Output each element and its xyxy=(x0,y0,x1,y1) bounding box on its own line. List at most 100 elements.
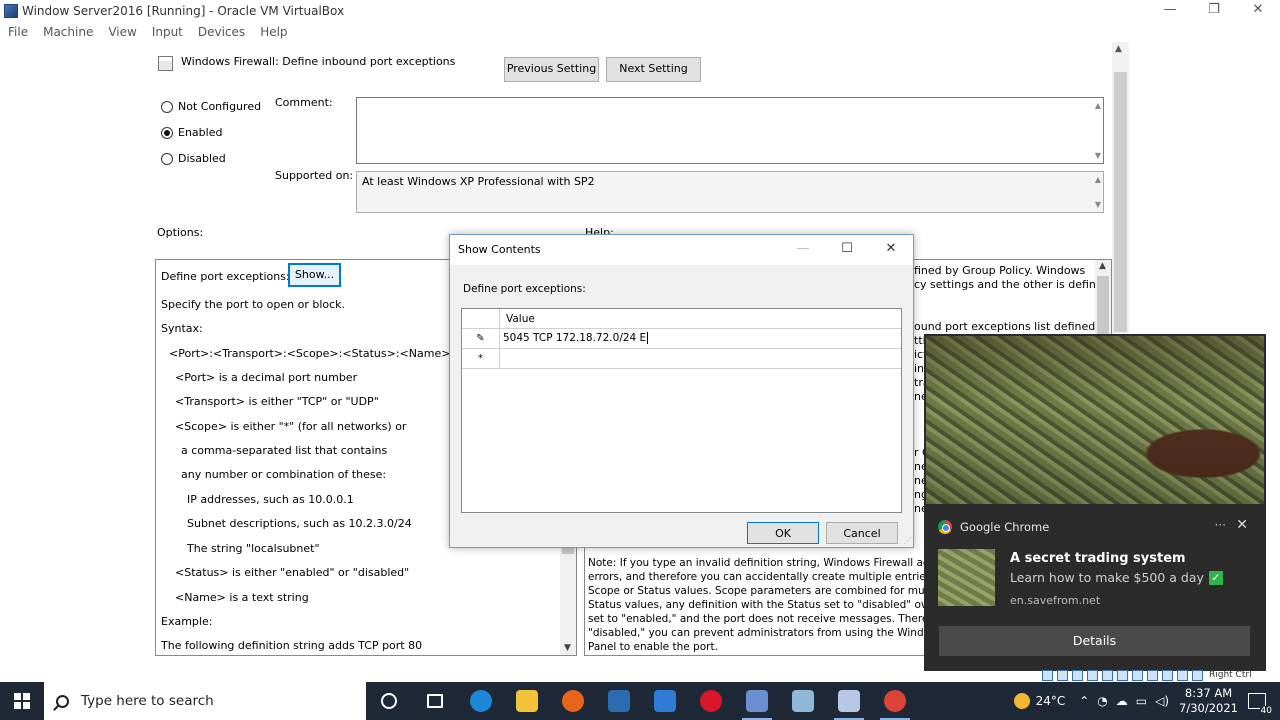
taskbar-app-edge[interactable] xyxy=(458,682,504,720)
dialog-maximize-button[interactable]: ☐ xyxy=(825,235,869,263)
taskbar-app-mail[interactable] xyxy=(642,682,688,720)
clock[interactable]: 8:37 AM 7/30/2021 xyxy=(1179,686,1238,716)
radio-not-configured[interactable]: Not Configured xyxy=(161,100,261,113)
grid-column-value[interactable]: Value xyxy=(506,313,535,325)
resize-grip-icon[interactable]: ⋰ xyxy=(903,536,911,545)
volume-icon[interactable]: ◁) xyxy=(1155,694,1169,708)
supported-scroll-down-icon[interactable]: ▼ xyxy=(1095,200,1101,209)
chrome-icon xyxy=(938,520,952,534)
weather-widget[interactable]: 24°C xyxy=(1013,693,1065,709)
network-icon[interactable] xyxy=(1087,669,1098,681)
mouse-integration-icon[interactable] xyxy=(1177,669,1188,681)
help-note-line: Scope or Status values. Scope parameters… xyxy=(588,585,951,597)
cpu-icon[interactable] xyxy=(1162,669,1173,681)
notification-close-icon[interactable]: ✕ xyxy=(1236,517,1248,533)
cortana-icon xyxy=(381,693,397,709)
taskbar-app-virtualbox-2[interactable] xyxy=(826,682,872,720)
options-line: <Name> is a text string xyxy=(175,591,309,604)
hero-shade xyxy=(926,336,1264,504)
edge-icon xyxy=(470,690,492,712)
dialog-title: Show Contents xyxy=(458,243,541,256)
menu-file[interactable]: File xyxy=(8,25,28,39)
help-scroll-up-icon[interactable]: ▲ xyxy=(1099,261,1106,271)
help-scroll-thumb[interactable] xyxy=(1097,276,1109,336)
usb-icon[interactable] xyxy=(1102,669,1113,681)
values-grid[interactable]: Value ✎ 5045 TCP 172.18.72.0/24 E * xyxy=(461,308,902,513)
minimize-button[interactable]: — xyxy=(1148,0,1192,22)
restore-button[interactable]: ❐ xyxy=(1192,0,1236,22)
ok-button[interactable]: OK xyxy=(747,522,819,544)
radio-disabled[interactable]: Disabled xyxy=(161,152,226,165)
notification-details-button[interactable]: Details xyxy=(939,626,1250,656)
windows-logo-icon xyxy=(14,693,30,709)
policy-setting-icon xyxy=(158,56,173,71)
grid-row-editing[interactable]: ✎ 5045 TCP 172.18.72.0/24 E xyxy=(462,329,901,349)
options-line: <Status> is either "enabled" or "disable… xyxy=(175,566,410,579)
grid-cell-value[interactable]: 5045 TCP 172.18.72.0/24 E xyxy=(503,332,649,344)
weather-sun-icon xyxy=(1013,693,1030,709)
taskbar-app-notepad[interactable] xyxy=(780,682,826,720)
keyboard-icon[interactable] xyxy=(1192,669,1203,681)
menu-input[interactable]: Input xyxy=(152,25,183,39)
device-icon[interactable]: ▭ xyxy=(1136,694,1147,708)
taskbar-app-file-explorer[interactable] xyxy=(504,682,550,720)
chrome-notification[interactable]: Google Chrome ··· ✕ A secret trading sys… xyxy=(924,334,1266,671)
network-wifi-icon[interactable]: ◔ xyxy=(1097,694,1107,708)
taskbar-app-chrome[interactable] xyxy=(872,682,918,720)
supported-on-value: At least Windows XP Professional with SP… xyxy=(362,175,595,188)
previous-setting-button[interactable]: Previous Setting xyxy=(504,57,599,82)
taskbar-app-cortana[interactable] xyxy=(366,682,412,720)
options-line: any number or combination of these: xyxy=(181,468,387,481)
menu-help[interactable]: Help xyxy=(260,25,287,39)
taskbar-app-virtualbox[interactable] xyxy=(734,682,780,720)
help-note-line: set to "enabled," and the port does not … xyxy=(588,613,953,625)
notification-more-icon[interactable]: ··· xyxy=(1215,518,1226,532)
recording-icon[interactable] xyxy=(1147,669,1158,681)
taskbar-apps xyxy=(366,682,918,720)
next-setting-button[interactable]: Next Setting xyxy=(606,57,701,82)
shared-folders-icon[interactable] xyxy=(1117,669,1128,681)
comment-textbox[interactable]: ▲ ▼ xyxy=(356,97,1104,164)
taskbar-search[interactable]: Type here to search xyxy=(44,682,366,720)
vbox-status-bar: Right Ctrl xyxy=(1040,668,1280,682)
dialog-close-button[interactable]: ✕ xyxy=(869,235,913,263)
onedrive-cloud-icon[interactable]: ☁ xyxy=(1116,694,1128,708)
tray-chevron-up-icon[interactable]: ⌃ xyxy=(1079,694,1089,708)
menu-view[interactable]: View xyxy=(108,25,136,39)
policy-scroll-thumb[interactable] xyxy=(1114,72,1127,332)
action-center-icon[interactable]: 40 xyxy=(1248,693,1273,716)
menu-machine[interactable]: Machine xyxy=(43,25,93,39)
taskbar-app-task-view[interactable] xyxy=(412,682,458,720)
host-window-title: Window Server2016 [Running] - Oracle VM … xyxy=(22,4,345,18)
display-icon[interactable] xyxy=(1132,669,1143,681)
taskbar-app-store[interactable] xyxy=(596,682,642,720)
grid-corner xyxy=(462,309,500,329)
cancel-button[interactable]: Cancel xyxy=(826,522,898,544)
optical-drive-icon[interactable] xyxy=(1057,669,1068,681)
dialog-minimize-button: — xyxy=(796,241,810,256)
taskbar-app-firefox[interactable] xyxy=(550,682,596,720)
clock-time: 8:37 AM xyxy=(1184,686,1233,700)
notepad-icon xyxy=(792,690,814,712)
help-text: cy settings and the other is defined xyxy=(914,278,1110,291)
start-button[interactable] xyxy=(0,682,44,720)
comment-scroll-down-icon[interactable]: ▼ xyxy=(1095,151,1101,160)
mail-icon xyxy=(654,690,676,712)
hdd-icon[interactable] xyxy=(1042,669,1053,681)
grid-row-new[interactable]: * xyxy=(462,349,901,369)
grid-cell-text: 5045 TCP 172.18.72.0/24 E xyxy=(503,332,647,344)
policy-scroll-up-icon[interactable]: ▲ xyxy=(1115,44,1122,54)
supported-scroll-up-icon[interactable]: ▲ xyxy=(1095,175,1101,184)
comment-scroll-up-icon[interactable]: ▲ xyxy=(1095,101,1101,110)
new-row-asterisk-icon: * xyxy=(462,349,500,369)
taskbar-app-opera[interactable] xyxy=(688,682,734,720)
show-button[interactable]: Show... xyxy=(288,263,341,287)
close-button[interactable]: ✕ xyxy=(1236,0,1280,22)
options-scroll-down-icon[interactable]: ▼ xyxy=(564,643,571,653)
audio-icon[interactable] xyxy=(1072,669,1083,681)
menu-devices[interactable]: Devices xyxy=(198,25,245,39)
options-line: The following definition string adds TCP… xyxy=(161,639,423,652)
radio-enabled[interactable]: Enabled xyxy=(161,126,222,139)
taskbar: Type here to search 24°C ⌃ ◔ ☁ ▭ ◁) 8:37… xyxy=(0,682,1280,720)
help-text: ound port exceptions list defined by xyxy=(914,320,1112,333)
